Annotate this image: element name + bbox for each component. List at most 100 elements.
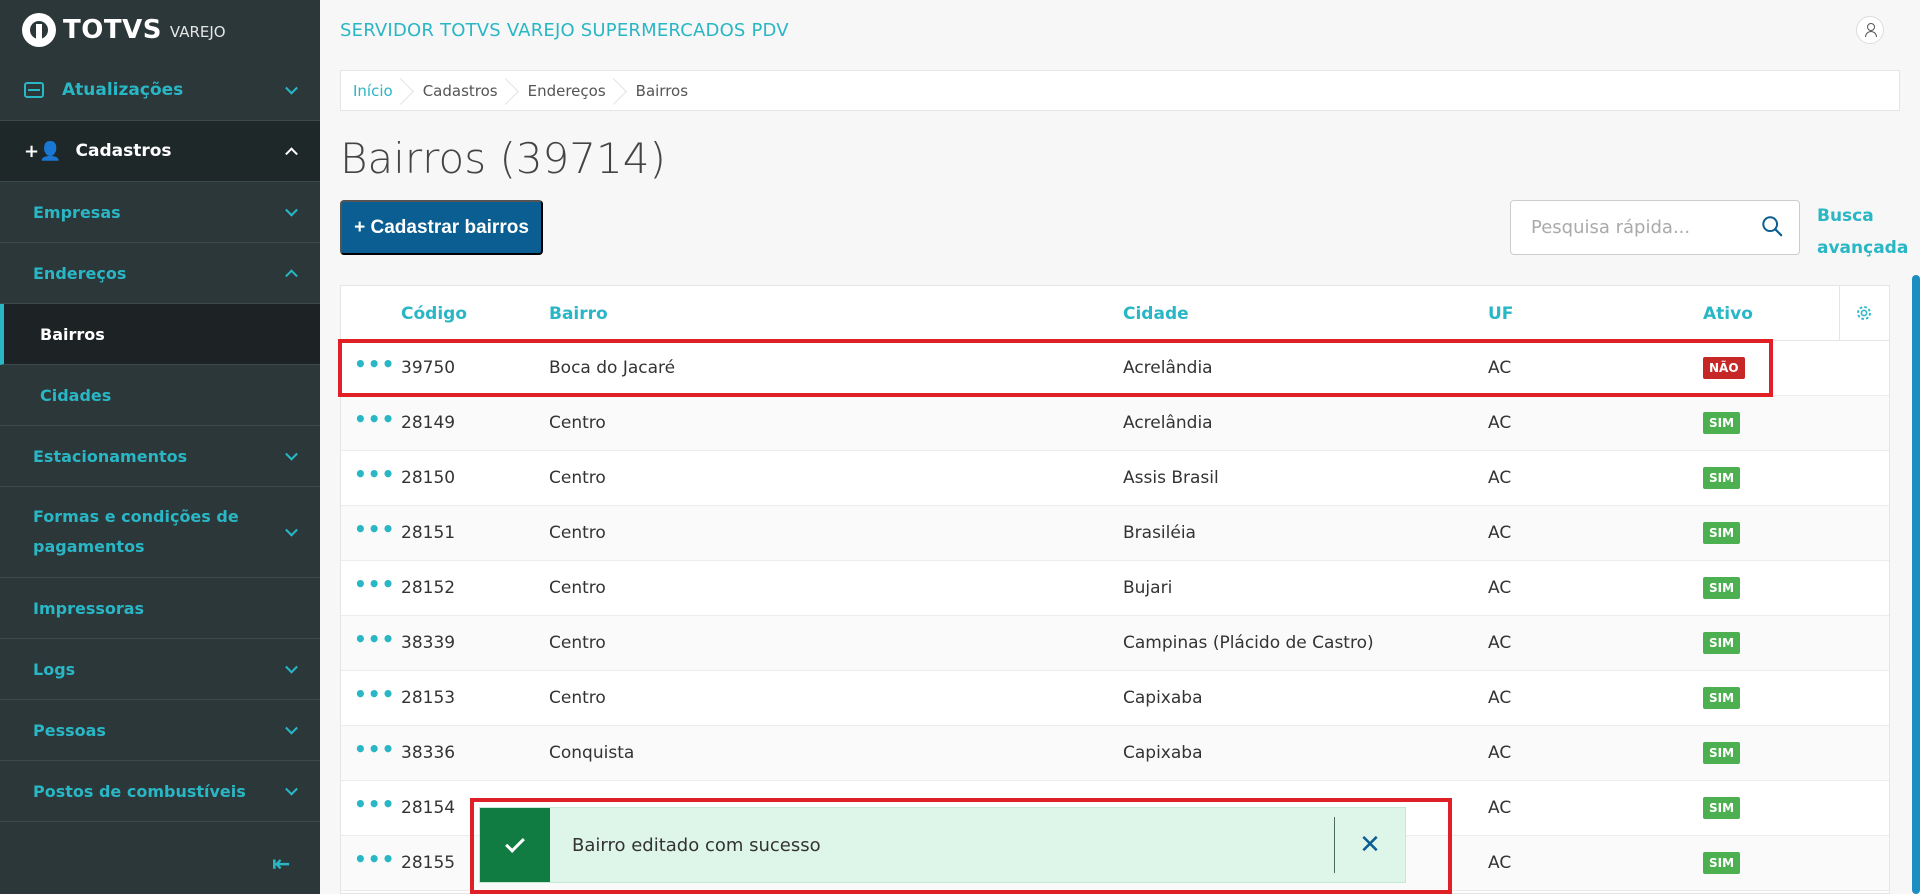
- table-row[interactable]: ••• 28150 Centro Assis Brasil AC SIM: [341, 451, 1889, 506]
- sidebar-item-empresas[interactable]: Empresas: [0, 182, 320, 243]
- user-avatar-icon[interactable]: [1856, 16, 1884, 44]
- row-actions-icon[interactable]: •••: [354, 462, 395, 486]
- sidebar-item-label: Endereços: [33, 263, 127, 283]
- chevron-down-icon: [285, 203, 298, 217]
- search-icon[interactable]: [1761, 215, 1783, 237]
- row-actions-icon[interactable]: •••: [354, 792, 395, 816]
- sidebar-item-label: Cadastros: [75, 141, 172, 161]
- sidebar-item-pessoas[interactable]: Pessoas: [0, 700, 320, 761]
- brand-sub: VAREJO: [169, 23, 226, 41]
- sidebar-item-estacionamentos[interactable]: Estacionamentos: [0, 426, 320, 487]
- sidebar-item-label: Estacionamentos: [33, 446, 188, 466]
- user-add-icon: +👤: [24, 140, 62, 162]
- cell-uf: AC: [1488, 743, 1512, 763]
- status-badge: SIM: [1703, 412, 1741, 434]
- column-header-codigo[interactable]: Código: [401, 304, 467, 324]
- row-actions-icon[interactable]: •••: [354, 847, 395, 871]
- quick-search: [1510, 200, 1800, 255]
- cell-bairro: Centro: [549, 633, 606, 653]
- row-actions-icon[interactable]: •••: [354, 352, 395, 376]
- bairros-table: Código Bairro Cidade UF Ativo ••• 39750 Bo…: [340, 285, 1890, 894]
- table-settings[interactable]: [1839, 286, 1889, 341]
- sidebar-item-label: Atualizações: [62, 80, 184, 100]
- brand-logo[interactable]: TOTVS VAREJO: [0, 0, 320, 60]
- row-actions-icon[interactable]: •••: [354, 627, 395, 651]
- cell-codigo: 28152: [401, 578, 456, 598]
- collapse-menu-icon[interactable]: ⇤: [272, 852, 290, 877]
- cell-codigo: 28149: [401, 413, 456, 433]
- sidebar-item-label: Bairros: [40, 324, 105, 344]
- column-header-cidade[interactable]: Cidade: [1123, 304, 1189, 324]
- advanced-search-link[interactable]: Busca avançada: [1817, 200, 1908, 264]
- column-header-uf[interactable]: UF: [1488, 304, 1513, 324]
- row-actions-icon[interactable]: •••: [354, 572, 395, 596]
- column-header-ativo[interactable]: Ativo: [1703, 304, 1753, 324]
- breadcrumb-inicio[interactable]: Início: [341, 71, 411, 110]
- sidebar-item-enderecos[interactable]: Endereços: [0, 243, 320, 304]
- cell-bairro: Conquista: [549, 743, 635, 763]
- top-bar: SERVIDOR TOTVS VAREJO SUPERMERCADOS PDV: [320, 0, 1920, 60]
- breadcrumb-enderecos: Endereços: [516, 71, 624, 110]
- sidebar-item-cadastros[interactable]: +👤 Cadastros: [0, 121, 320, 182]
- status-badge: SIM: [1703, 577, 1741, 599]
- sidebar-item-impressoras[interactable]: Impressoras: [0, 578, 320, 639]
- cell-bairro: Centro: [549, 688, 606, 708]
- table-row[interactable]: ••• 28152 Centro Bujari AC SIM: [341, 561, 1889, 616]
- status-badge: SIM: [1703, 467, 1741, 489]
- sidebar-item-formas-pagamento[interactable]: Formas e condições de pagamentos: [0, 487, 320, 578]
- sidebar-item-label: Formas e condições de pagamentos: [33, 507, 239, 556]
- add-bairro-button[interactable]: + Cadastrar bairros: [340, 200, 543, 255]
- chevron-down-icon: [285, 721, 298, 735]
- cell-uf: AC: [1488, 798, 1512, 818]
- cell-uf: AC: [1488, 688, 1512, 708]
- cell-cidade: Acrelândia: [1123, 358, 1213, 378]
- check-icon: [505, 833, 525, 853]
- table-row[interactable]: ••• 38336 Conquista Capixaba AC SIM: [341, 726, 1889, 781]
- status-badge: SIM: [1703, 742, 1741, 764]
- row-actions-icon[interactable]: •••: [354, 737, 395, 761]
- cell-cidade: Assis Brasil: [1123, 468, 1219, 488]
- page-scrollbar[interactable]: [1912, 275, 1920, 894]
- sidebar-item-postos[interactable]: Postos de combustíveis: [0, 761, 320, 822]
- sidebar-item-label: Logs: [33, 659, 76, 679]
- page-title: Bairros (39714): [340, 134, 666, 183]
- cell-codigo: 38336: [401, 743, 456, 763]
- close-icon[interactable]: ✕: [1335, 808, 1405, 882]
- toast-message: Bairro editado com sucesso: [572, 834, 821, 856]
- status-badge: SIM: [1703, 687, 1741, 709]
- cell-cidade: Campinas (Plácido de Castro): [1123, 633, 1374, 653]
- cell-uf: AC: [1488, 468, 1512, 488]
- table-row[interactable]: ••• 28153 Centro Capixaba AC SIM: [341, 671, 1889, 726]
- row-actions-icon[interactable]: •••: [354, 407, 395, 431]
- sidebar-item-bairros[interactable]: Bairros: [0, 304, 320, 365]
- cell-cidade: Capixaba: [1123, 688, 1203, 708]
- brand-name: TOTVS: [63, 15, 162, 45]
- sidebar-item-logs[interactable]: Logs: [0, 639, 320, 700]
- sidebar-item-cidades[interactable]: Cidades: [0, 365, 320, 426]
- cell-codigo: 28153: [401, 688, 456, 708]
- sidebar-item-label: Postos de combustíveis: [33, 781, 246, 801]
- search-input[interactable]: [1511, 201, 1751, 254]
- table-row[interactable]: ••• 28151 Centro Brasiléia AC SIM: [341, 506, 1889, 561]
- row-actions-icon[interactable]: •••: [354, 682, 395, 706]
- table-row[interactable]: ••• 28149 Centro Acrelândia AC SIM: [341, 396, 1889, 451]
- column-header-bairro[interactable]: Bairro: [549, 304, 608, 324]
- chevron-down-icon: [285, 782, 298, 796]
- cell-cidade: Bujari: [1123, 578, 1173, 598]
- sidebar-item-label: Cidades: [40, 385, 112, 405]
- cell-uf: AC: [1488, 413, 1512, 433]
- status-badge: SIM: [1703, 797, 1741, 819]
- table-row[interactable]: ••• 38339 Centro Campinas (Plácido de Castr…: [341, 616, 1889, 671]
- cell-codigo: 28150: [401, 468, 456, 488]
- status-badge: SIM: [1703, 522, 1741, 544]
- server-icon: [24, 82, 44, 98]
- status-badge: NÃO: [1703, 357, 1745, 379]
- breadcrumb-cadastros: Cadastros: [411, 71, 516, 110]
- sidebar-item-atualizacoes[interactable]: Atualizações: [0, 60, 320, 121]
- table-row[interactable]: ••• 39750 Boca do Jacaré Acrelândia AC NÃO: [341, 341, 1889, 396]
- row-actions-icon[interactable]: •••: [354, 517, 395, 541]
- cell-codigo: 28151: [401, 523, 456, 543]
- cell-bairro: Centro: [549, 468, 606, 488]
- chevron-up-icon: [285, 269, 298, 283]
- gear-icon[interactable]: [1855, 304, 1873, 322]
